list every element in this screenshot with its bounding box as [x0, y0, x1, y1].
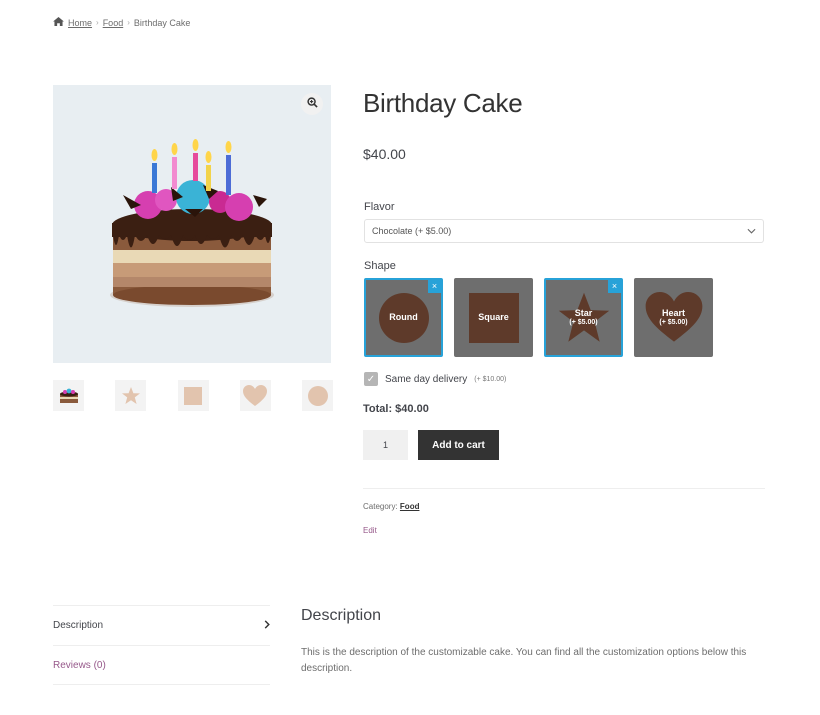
breadcrumb-home-link[interactable]: Home — [68, 18, 92, 28]
tab-label: Reviews (0) — [53, 659, 106, 671]
close-icon[interactable]: × — [428, 280, 441, 293]
category-prefix: Category: — [363, 502, 398, 511]
product-price: $40.00 — [363, 146, 406, 162]
circle-icon — [307, 385, 328, 406]
product-category: Category: Food — [363, 502, 419, 511]
chevron-down-icon — [747, 226, 756, 236]
same-day-delivery-option[interactable]: ✓ Same day delivery (+ $10.00) — [364, 372, 506, 386]
shape-swatch-heart[interactable]: Heart (+ $5.00) — [634, 278, 713, 357]
add-to-cart-button[interactable]: Add to cart — [418, 430, 499, 460]
chevron-right-icon — [264, 619, 270, 632]
breadcrumb-separator: › — [127, 18, 130, 27]
delivery-price: (+ $10.00) — [474, 375, 507, 383]
zoom-button[interactable] — [301, 93, 323, 115]
product-tabs: Description Reviews (0) — [53, 605, 270, 685]
shape-swatch-star[interactable]: Star (+ $5.00) × — [544, 278, 623, 357]
product-image[interactable] — [53, 85, 331, 363]
thumbnail-cake[interactable] — [53, 380, 84, 411]
heart-icon — [243, 384, 268, 406]
shape-name: Heart — [661, 307, 685, 318]
close-icon[interactable]: × — [608, 280, 621, 293]
thumbnail-square[interactable] — [177, 380, 209, 411]
edit-link[interactable]: Edit — [363, 526, 377, 535]
breadcrumb-separator: › — [96, 18, 99, 27]
divider — [363, 488, 765, 489]
gallery-thumbnails — [53, 380, 333, 411]
shape-swatch-square[interactable]: Square — [454, 278, 533, 357]
product-title: Birthday Cake — [363, 88, 523, 118]
shape-name: Star — [574, 307, 593, 318]
shape-swatch-round[interactable]: Round × — [364, 278, 443, 357]
delivery-checkbox[interactable]: ✓ — [364, 372, 378, 386]
check-icon: ✓ — [366, 373, 376, 385]
flavor-label: Flavor — [364, 201, 395, 213]
category-link[interactable]: Food — [400, 502, 420, 511]
tab-reviews[interactable]: Reviews (0) — [53, 645, 270, 685]
description-title: Description — [301, 607, 382, 624]
quantity-input[interactable]: 1 — [363, 430, 408, 460]
total-price: Total: $40.00 — [363, 403, 429, 415]
breadcrumb: Home › Food › Birthday Cake — [53, 17, 190, 28]
delivery-label: Same day delivery — [385, 373, 468, 385]
star-icon — [121, 386, 140, 404]
shape-label: Shape — [364, 260, 396, 272]
shape-swatches: Round × Square Star (+ $5.00) × Heart (+… — [364, 278, 713, 357]
zoom-icon — [306, 95, 318, 113]
flavor-selected-value: Chocolate (+ $5.00) — [372, 226, 452, 236]
thumbnail-heart[interactable] — [239, 380, 271, 411]
tab-label: Description — [53, 620, 104, 631]
home-icon — [53, 17, 64, 28]
description-text: This is the description of the customiza… — [301, 647, 747, 674]
cake-image — [110, 139, 274, 307]
thumbnail-star[interactable] — [115, 380, 147, 411]
shape-name: Round — [389, 311, 418, 322]
shape-name: Square — [478, 311, 509, 322]
product-summary: Birthday Cake $40.00 Flavor Chocolate (+… — [363, 85, 765, 535]
breadcrumb-category-link[interactable]: Food — [103, 18, 124, 28]
flavor-select[interactable]: Chocolate (+ $5.00) — [364, 219, 764, 243]
cake-thumbnail-icon — [59, 388, 78, 403]
breadcrumb-current: Birthday Cake — [133, 17, 191, 28]
tab-description[interactable]: Description — [53, 605, 270, 645]
thumbnail-round[interactable] — [302, 380, 333, 411]
shape-price: (+ $5.00) — [659, 318, 688, 326]
shape-price: (+ $5.00) — [569, 318, 598, 326]
square-icon — [184, 386, 202, 405]
